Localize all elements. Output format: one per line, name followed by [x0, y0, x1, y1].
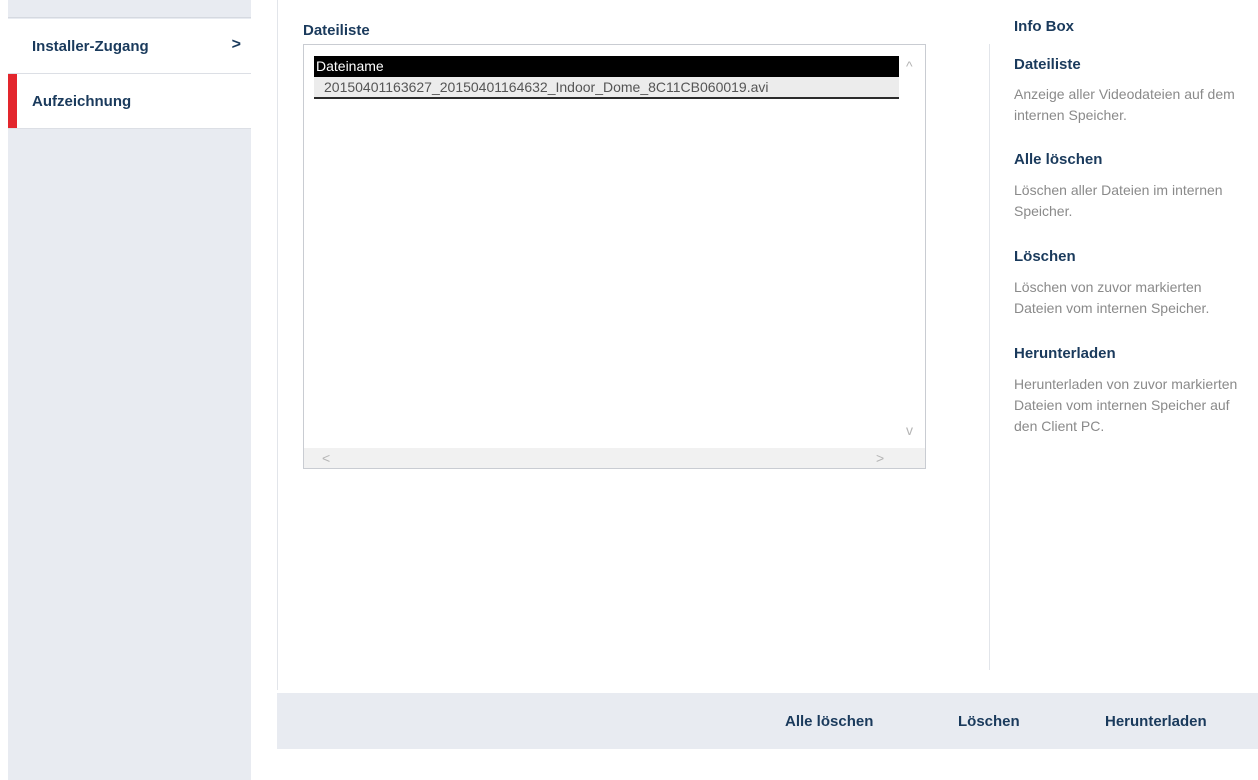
vertical-scrollbar[interactable]: ^ v: [900, 45, 925, 449]
file-list-panel: Dateiname 20150401163627_20150401164632_…: [303, 44, 926, 469]
chevron-right-icon: >: [231, 36, 241, 53]
info-heading-dateiliste: Dateiliste: [1014, 56, 1081, 73]
info-heading-loeschen: Löschen: [1014, 248, 1076, 265]
sidebar-top-strip: [8, 0, 251, 18]
sidebar-item-aufzeichnung[interactable]: Aufzeichnung: [8, 74, 251, 129]
horizontal-scrollbar[interactable]: < >: [304, 448, 901, 468]
info-text-dateiliste: Anzeige aller Videodateien auf dem inter…: [1014, 86, 1235, 123]
download-button[interactable]: Herunterladen: [1105, 713, 1207, 730]
sidebar-item-label: Installer-Zugang: [32, 37, 149, 55]
scroll-left-icon[interactable]: <: [322, 451, 330, 465]
scroll-right-icon[interactable]: >: [876, 451, 884, 465]
info-text-alle-loeschen: Löschen aller Dateien im internen Speich…: [1014, 182, 1223, 219]
info-text-herunterladen: Herunterladen von zuvor markierten Datei…: [1014, 376, 1238, 434]
file-list-title: Dateiliste: [303, 22, 370, 39]
scroll-up-icon[interactable]: ^: [906, 59, 913, 73]
column-header-filename[interactable]: Dateiname: [314, 56, 899, 77]
info-box-title: Info Box: [1014, 18, 1074, 35]
info-text-loeschen: Löschen von zuvor markierten Dateien vom…: [1014, 279, 1210, 316]
delete-all-button[interactable]: Alle löschen: [785, 713, 873, 730]
info-box-divider: [989, 44, 990, 670]
action-bar: Alle löschen Löschen Herunterladen: [277, 693, 1258, 749]
sidebar-item-installer-zugang[interactable]: Installer-Zugang >: [8, 19, 251, 74]
delete-button[interactable]: Löschen: [958, 713, 1020, 730]
info-heading-herunterladen: Herunterladen: [1014, 345, 1116, 362]
file-table: Dateiname 20150401163627_20150401164632_…: [314, 56, 899, 99]
sidebar: Installer-Zugang > Aufzeichnung: [8, 0, 251, 780]
content-divider: [277, 0, 278, 690]
sidebar-item-label: Aufzeichnung: [32, 92, 132, 110]
scroll-down-icon[interactable]: v: [906, 423, 913, 437]
info-heading-alle-loeschen: Alle löschen: [1014, 151, 1103, 168]
table-row[interactable]: 20150401163627_20150401164632_Indoor_Dom…: [314, 77, 899, 99]
scrollbar-corner: [900, 448, 925, 468]
